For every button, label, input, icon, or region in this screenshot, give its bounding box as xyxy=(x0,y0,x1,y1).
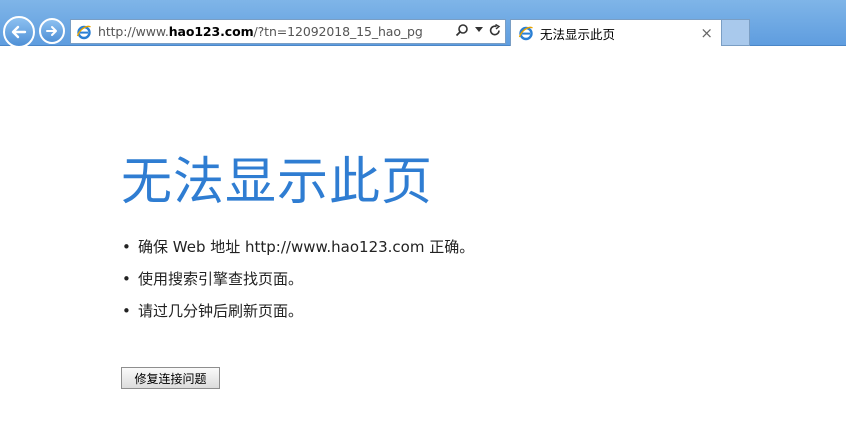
bullet-icon: • xyxy=(122,270,131,288)
fix-connection-button[interactable]: 修复连接问题 xyxy=(121,367,220,389)
back-arrow-icon xyxy=(11,25,27,39)
page-title: 无法显示此页 xyxy=(121,153,434,212)
chevron-down-icon[interactable] xyxy=(475,27,483,33)
address-bar[interactable]: http://www.hao123.com/?tn=12092018_15_ha… xyxy=(70,19,506,44)
refresh-icon[interactable] xyxy=(489,23,501,37)
url-text[interactable]: http://www.hao123.com/?tn=12092018_15_ha… xyxy=(98,24,423,39)
list-item-text: 使用搜索引擎查找页面。 xyxy=(138,270,304,288)
tab-title: 无法显示此页 xyxy=(540,26,616,42)
bullet-icon: • xyxy=(122,238,131,256)
search-icon[interactable] xyxy=(455,23,469,37)
list-item: • 使用搜索引擎查找页面。 xyxy=(122,269,474,301)
url-suffix: /?tn=12092018_15_hao_pg xyxy=(253,24,423,39)
tab-active[interactable]: 无法显示此页 × xyxy=(510,19,722,46)
page-content: 无法显示此页 • 确保 Web 地址 http://www.hao123.com … xyxy=(0,47,846,440)
url-domain: hao123.com xyxy=(168,24,254,39)
list-item: • 请过几分钟后刷新页面。 xyxy=(122,301,474,333)
list-item: • 确保 Web 地址 http://www.hao123.com 正确。 xyxy=(122,237,474,269)
close-icon[interactable]: × xyxy=(700,24,713,42)
back-button[interactable] xyxy=(3,16,35,48)
forward-button[interactable] xyxy=(39,18,65,44)
url-prefix: http://www. xyxy=(98,24,169,39)
browser-toolbar: http://www.hao123.com/?tn=12092018_15_ha… xyxy=(0,0,846,48)
new-tab-button[interactable] xyxy=(722,19,750,46)
bullet-icon: • xyxy=(122,302,131,320)
ie-tab-icon xyxy=(517,24,535,42)
forward-arrow-icon xyxy=(46,26,57,36)
suggestion-list: • 确保 Web 地址 http://www.hao123.com 正确。 • 使用… xyxy=(122,237,474,333)
list-item-text: 请过几分钟后刷新页面。 xyxy=(138,302,304,320)
ie-page-icon xyxy=(75,23,93,41)
list-item-text: 确保 Web 地址 http://www.hao123.com 正确。 xyxy=(138,238,475,256)
